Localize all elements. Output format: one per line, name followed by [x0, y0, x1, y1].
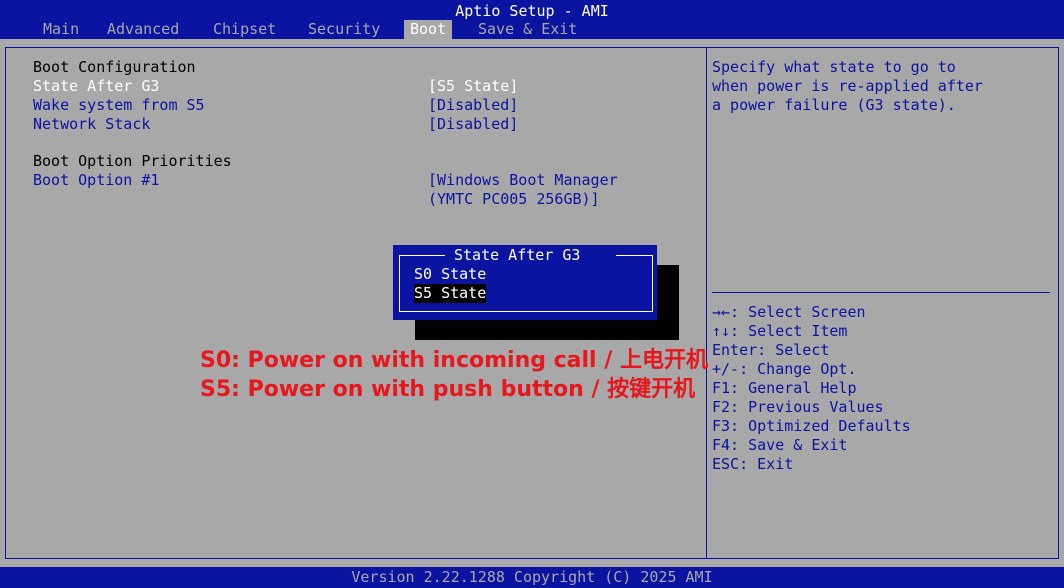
popup-border-top-left: [399, 255, 445, 256]
help-key-change-opt: +/-: Change Opt.: [712, 360, 857, 378]
tab-save-exit[interactable]: Save & Exit: [478, 20, 577, 39]
setting-boot-option-1-value[interactable]: [Windows Boot Manager: [428, 171, 618, 190]
tab-security[interactable]: Security: [308, 20, 380, 39]
help-key-f3: F3: Optimized Defaults: [712, 417, 911, 435]
setting-network-stack[interactable]: Network Stack: [33, 115, 150, 134]
help-description-line-1: Specify what state to go to: [712, 58, 956, 76]
help-key-f1: F1: General Help: [712, 379, 857, 397]
tab-bar: Main Advanced Chipset Security Boot Save…: [0, 20, 1064, 39]
tab-main[interactable]: Main: [43, 20, 79, 39]
help-key-select-item: ↑↓: Select Item: [712, 322, 848, 340]
setting-wake-system-from-s5[interactable]: Wake system from S5: [33, 96, 205, 115]
section-boot-option-priorities: Boot Option Priorities: [33, 152, 232, 170]
popup-title: State After G3: [448, 246, 587, 265]
setting-state-after-g3[interactable]: State After G3: [33, 77, 159, 96]
help-description-line-2: when power is re-applied after: [712, 77, 983, 95]
help-key-esc: ESC: Exit: [712, 455, 794, 473]
setting-state-after-g3-value[interactable]: [S5 State]: [428, 77, 518, 96]
tab-boot[interactable]: Boot: [404, 20, 453, 39]
popup-border-top-right: [616, 255, 652, 256]
help-key-f2: F2: Previous Values: [712, 398, 884, 416]
setting-network-stack-value[interactable]: [Disabled]: [428, 115, 518, 134]
annotation-s5: S5: Power on with push button / 按键开机: [200, 377, 696, 402]
help-key-select-screen: →←: Select Screen: [712, 303, 866, 321]
setting-boot-option-1[interactable]: Boot Option #1: [33, 171, 159, 190]
help-description-line-3: a power failure (G3 state).: [712, 96, 956, 114]
help-divider: [712, 292, 1050, 293]
setting-wake-system-from-s5-value[interactable]: [Disabled]: [428, 96, 518, 115]
tab-advanced[interactable]: Advanced: [107, 20, 179, 39]
popup-option-s0-state[interactable]: S0 State: [414, 265, 486, 284]
section-boot-configuration: Boot Configuration: [33, 58, 196, 76]
help-key-enter: Enter: Select: [712, 341, 830, 359]
setting-boot-option-1-value-cont[interactable]: (YMTC PC005 256GB)]: [428, 190, 600, 209]
popup-option-s5-state[interactable]: S5 State: [414, 284, 487, 303]
footer-version: Version 2.22.1288 Copyright (C) 2025 AMI: [0, 567, 1064, 588]
tab-chipset[interactable]: Chipset: [213, 20, 276, 39]
window-title: Aptio Setup - AMI: [0, 0, 1064, 20]
help-key-f4: F4: Save & Exit: [712, 436, 848, 454]
annotation-s0: S0: Power on with incoming call / 上电开机: [200, 348, 708, 373]
